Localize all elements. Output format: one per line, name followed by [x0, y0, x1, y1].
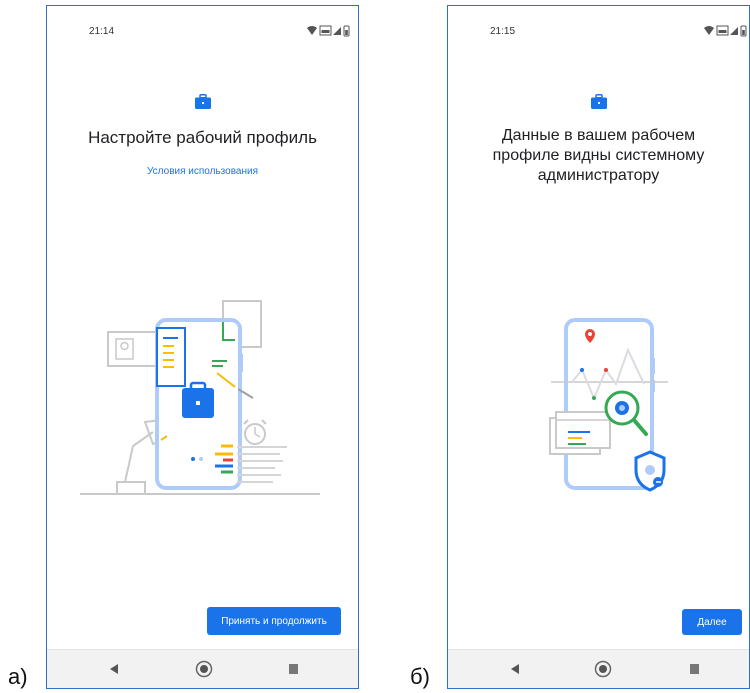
work-profile-illustration	[80, 300, 320, 495]
home-icon[interactable]	[594, 650, 612, 688]
navigation-bar	[47, 649, 358, 688]
briefcase-icon	[194, 94, 211, 114]
briefcase-icon	[590, 94, 607, 114]
status-bar: 21:15	[448, 6, 749, 37]
recents-icon[interactable]	[287, 650, 301, 688]
battery-icon	[740, 25, 747, 37]
caption-a: а)	[8, 664, 28, 689]
next-button[interactable]: Далее	[682, 609, 742, 635]
status-bar: 21:14	[47, 6, 358, 37]
status-time: 21:14	[89, 26, 115, 37]
status-icons	[703, 24, 747, 42]
wifi-icon	[704, 26, 714, 35]
title-line-2: профиле видны системному	[492, 147, 705, 164]
title-line-3: администратору	[537, 167, 660, 184]
home-icon[interactable]	[195, 650, 213, 688]
phone-screen-b: 21:15 Данные в вашем рабочем профиле вид…	[447, 5, 750, 689]
phone-screen-a: 21:14 Настройте рабочий профиль Условия …	[46, 5, 359, 689]
title-line-1: Данные в вашем рабочем	[501, 127, 696, 144]
admin-visibility-illustration	[549, 318, 668, 492]
back-icon[interactable]	[508, 650, 522, 688]
page-title: Данные в вашем рабочем профиле видны сис…	[448, 126, 749, 186]
accept-continue-button[interactable]: Принять и продолжить	[207, 607, 341, 635]
wifi-icon	[307, 26, 317, 35]
status-time: 21:15	[490, 26, 516, 37]
navigation-bar	[448, 649, 749, 688]
caption-b: б)	[410, 664, 430, 689]
back-icon[interactable]	[107, 650, 121, 688]
terms-link[interactable]: Условия использования	[47, 166, 358, 177]
recents-icon[interactable]	[688, 650, 702, 688]
battery-icon	[343, 25, 350, 37]
page-title: Настройте рабочий профиль	[88, 128, 317, 147]
signal-icon	[716, 25, 738, 36]
signal-icon	[319, 25, 341, 36]
status-icons	[306, 24, 350, 42]
